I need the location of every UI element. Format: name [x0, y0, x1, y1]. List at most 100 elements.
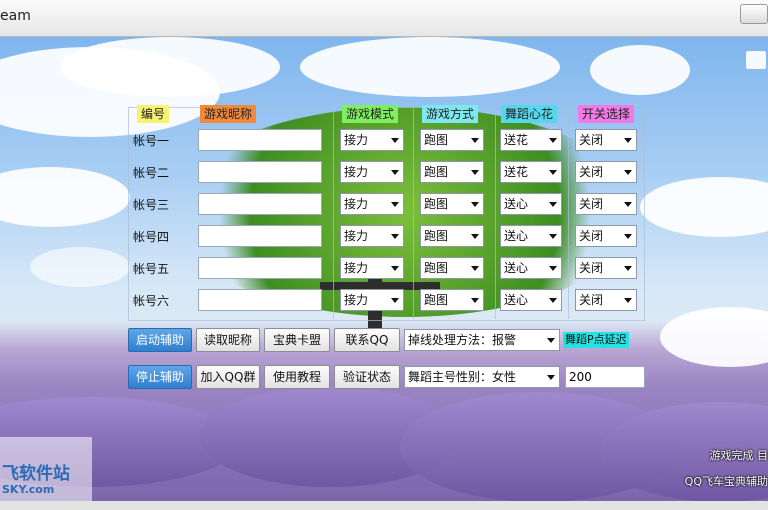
chevron-down-icon — [471, 266, 479, 271]
toggle-select[interactable]: 关闭 — [575, 161, 637, 183]
header-nickname: 游戏昵称 — [200, 105, 257, 123]
card-shop-button[interactable]: 宝典卡盟 — [264, 328, 330, 352]
chevron-down-icon — [391, 298, 399, 303]
cloud — [30, 247, 130, 287]
chevron-down-icon — [471, 298, 479, 303]
toggle-value: 关闭 — [579, 197, 604, 211]
header-method: 游戏方式 — [422, 105, 479, 123]
nickname-input[interactable] — [198, 193, 322, 215]
app-window: eam 飞软件站 SKY.com 游戏完成 目 QQ飞车宝典辅助 编号 游戏昵称… — [0, 0, 768, 510]
tutorial-button[interactable]: 使用教程 — [264, 365, 330, 389]
flower-select[interactable]: 送心 — [500, 225, 562, 247]
nickname-input[interactable] — [198, 289, 322, 311]
mode-select[interactable]: 接力 — [340, 129, 404, 151]
chevron-down-icon — [391, 202, 399, 207]
method-select[interactable]: 跑图 — [420, 161, 484, 183]
toggle-value: 关闭 — [579, 261, 604, 275]
contact-qq-button[interactable]: 联系QQ — [334, 328, 400, 352]
mode-value: 接力 — [344, 261, 369, 275]
method-value: 跑图 — [424, 293, 449, 307]
flower-select[interactable]: 送花 — [500, 129, 562, 151]
toggle-value: 关闭 — [579, 133, 604, 147]
column-separator — [568, 107, 569, 319]
method-value: 跑图 — [424, 133, 449, 147]
method-value: 跑图 — [424, 229, 449, 243]
dancer-gender-select[interactable]: 舞蹈主号性别：女性 — [404, 366, 560, 388]
nickname-input[interactable] — [198, 225, 322, 247]
account-label: 帐号二 — [133, 166, 170, 180]
logo-text: 飞软件站 — [2, 464, 70, 484]
chevron-down-icon — [471, 202, 479, 207]
disconnect-handling-select[interactable]: 掉线处理方法：报警 — [404, 329, 560, 351]
chevron-down-icon — [549, 266, 557, 271]
account-label: 帐号五 — [133, 262, 170, 276]
method-select[interactable]: 跑图 — [420, 289, 484, 311]
nickname-input[interactable] — [198, 257, 322, 279]
join-qq-group-button[interactable]: 加入QQ群 — [196, 365, 260, 389]
flower-value: 送花 — [504, 133, 529, 147]
flower-value: 送花 — [504, 165, 529, 179]
header-flower: 舞蹈心花 — [501, 105, 558, 123]
chevron-down-icon — [547, 338, 555, 343]
account-label: 帐号四 — [133, 230, 170, 244]
chevron-down-icon — [624, 234, 632, 239]
window-title: eam — [0, 8, 31, 24]
method-select[interactable]: 跑图 — [420, 129, 484, 151]
chevron-down-icon — [391, 234, 399, 239]
cloud — [640, 177, 768, 237]
status-text: 游戏完成 目 — [709, 449, 768, 462]
toggle-select[interactable]: 关闭 — [575, 289, 637, 311]
cloud — [60, 37, 280, 97]
account-label: 帐号三 — [133, 198, 170, 212]
account-label: 帐号一 — [133, 134, 170, 148]
toggle-select[interactable]: 关闭 — [575, 257, 637, 279]
flower-select[interactable]: 送心 — [500, 193, 562, 215]
column-separator — [413, 107, 414, 319]
nickname-input[interactable] — [198, 161, 322, 183]
chevron-down-icon — [471, 234, 479, 239]
chevron-down-icon — [471, 138, 479, 143]
delay-input[interactable]: 200 — [565, 366, 645, 388]
method-value: 跑图 — [424, 197, 449, 211]
mode-value: 接力 — [344, 197, 369, 211]
toggle-select[interactable]: 关闭 — [575, 193, 637, 215]
toggle-value: 关闭 — [579, 165, 604, 179]
mode-select[interactable]: 接力 — [340, 289, 404, 311]
chevron-down-icon — [624, 170, 632, 175]
toggle-select[interactable]: 关闭 — [575, 129, 637, 151]
read-nickname-button[interactable]: 读取昵称 — [196, 328, 260, 352]
chevron-down-icon — [549, 202, 557, 207]
verify-status-button[interactable]: 验证状态 — [334, 365, 400, 389]
mode-select[interactable]: 接力 — [340, 257, 404, 279]
flower-select[interactable]: 送花 — [500, 161, 562, 183]
method-select[interactable]: 跑图 — [420, 225, 484, 247]
flower-select[interactable]: 送心 — [500, 257, 562, 279]
disconnect-value: 掉线处理方法：报警 — [408, 333, 517, 347]
method-select[interactable]: 跑图 — [420, 193, 484, 215]
mode-select[interactable]: 接力 — [340, 225, 404, 247]
nickname-input[interactable] — [198, 129, 322, 151]
gender-value: 舞蹈主号性别：女性 — [408, 370, 517, 384]
bottom-border — [0, 501, 768, 510]
toggle-value: 关闭 — [579, 229, 604, 243]
start-assist-button[interactable]: 启动辅助 — [128, 328, 192, 352]
method-value: 跑图 — [424, 261, 449, 275]
flower-value: 送心 — [504, 229, 529, 243]
method-value: 跑图 — [424, 165, 449, 179]
chevron-down-icon — [391, 138, 399, 143]
window-control-button[interactable] — [740, 4, 768, 24]
status-text: QQ飞车宝典辅助 — [684, 475, 768, 488]
toggle-select[interactable]: 关闭 — [575, 225, 637, 247]
flower-value: 送心 — [504, 293, 529, 307]
header-mode: 游戏模式 — [342, 105, 399, 123]
stop-assist-button[interactable]: 停止辅助 — [128, 365, 192, 389]
flower-select[interactable]: 送心 — [500, 289, 562, 311]
column-separator — [333, 107, 334, 319]
method-select[interactable]: 跑图 — [420, 257, 484, 279]
mode-select[interactable]: 接力 — [340, 193, 404, 215]
cloud — [660, 307, 768, 367]
chevron-down-icon — [549, 138, 557, 143]
mode-value: 接力 — [344, 229, 369, 243]
mode-select[interactable]: 接力 — [340, 161, 404, 183]
mode-value: 接力 — [344, 293, 369, 307]
